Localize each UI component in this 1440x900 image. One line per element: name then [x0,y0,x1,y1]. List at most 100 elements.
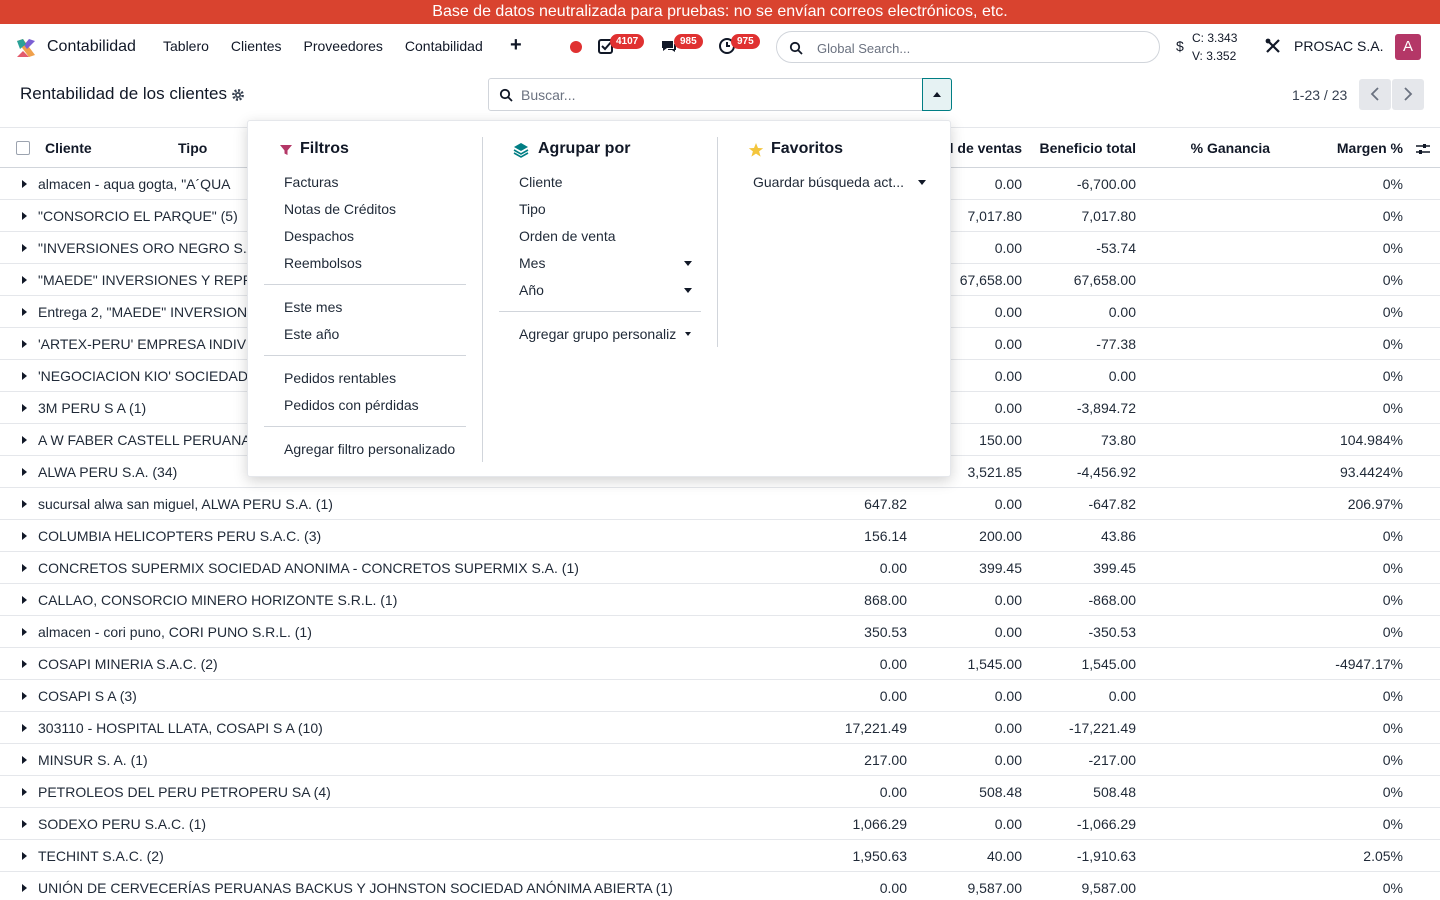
filter-pedidos-rentables[interactable]: Pedidos rentables [284,370,396,386]
filter-pedidos-perdidas[interactable]: Pedidos con pérdidas [284,397,419,413]
cell-margin: 0% [1382,624,1403,640]
group-row[interactable]: COSAPI S A (3) 0.00 0.00 0.00 0% [0,680,1440,712]
group-name: COSAPI S A (3) [38,688,137,704]
record-dot-icon[interactable] [570,41,582,53]
column-header-margin-percent[interactable]: Margen % [1337,140,1403,156]
save-current-search[interactable]: Guardar búsqueda act... [753,174,904,190]
column-header-type[interactable]: Tipo [178,140,207,156]
filter-este-mes[interactable]: Este mes [284,299,342,315]
cell-profit: -3,894.72 [1076,400,1136,416]
column-header-client[interactable]: Cliente [45,140,92,156]
column-header-profit-total[interactable]: Beneficio total [1040,140,1136,156]
filter-facturas[interactable]: Facturas [284,174,338,190]
debug-tools-icon[interactable] [1264,37,1282,55]
cell-sales: 399.45 [979,560,1022,576]
groupby-orden-venta[interactable]: Orden de venta [519,228,616,244]
select-all-checkbox[interactable] [16,141,30,155]
star-icon [748,143,764,157]
menu-clientes[interactable]: Clientes [220,38,293,54]
filter-reembolsos[interactable]: Reembolsos [284,255,362,271]
filter-despachos[interactable]: Despachos [284,228,354,244]
cell-sales: 7,017.80 [967,208,1023,224]
cell-cost: 0.00 [879,560,907,576]
test-database-banner: Base de datos neutralizada para pruebas:… [0,0,1440,24]
group-name: 'NEGOCIACION KIO' SOCIEDAD [38,368,248,384]
company-switcher[interactable]: PROSAC S.A. [1294,38,1383,54]
caret-right-icon [22,724,27,732]
group-name: "MAEDE" INVERSIONES Y REPR [38,272,253,288]
filter-notas-creditos[interactable]: Notas de Créditos [284,201,396,217]
cell-margin: 0% [1382,528,1403,544]
caret-right-icon [22,404,27,412]
filters-divider [264,355,466,356]
cell-margin: 0% [1382,592,1403,608]
groupby-tipo[interactable]: Tipo [519,201,546,217]
gear-icon[interactable] [231,88,245,102]
groupby-cliente[interactable]: Cliente [519,174,563,190]
pager-value[interactable]: 1-23 / 23 [1292,87,1347,103]
group-name: "CONSORCIO EL PARQUE" (5) [38,208,238,224]
rate-buy: C: 3.343 [1192,31,1238,45]
group-row[interactable]: TECHINT S.A.C. (2) 1,950.63 40.00 -1,910.63… [0,840,1440,872]
optional-columns-sliders-icon[interactable] [1415,141,1431,157]
cell-sales: 0.00 [994,752,1022,768]
column-header-gain-percent[interactable]: % Ganancia [1191,140,1270,156]
group-name: Entrega 2, "MAEDE" INVERSION [38,304,248,320]
menu-contabilidad[interactable]: Contabilidad [394,38,494,54]
quick-create-plus-icon[interactable]: + [510,34,522,57]
group-row[interactable]: CALLAO, CONSORCIO MINERO HORIZONTE S.R.L… [0,584,1440,616]
cell-profit: -6,700.00 [1076,176,1136,192]
menu-tablero[interactable]: Tablero [152,38,220,54]
cell-profit: 0.00 [1108,304,1136,320]
caret-down-icon[interactable] [684,288,692,293]
chevron-left-icon [1370,87,1379,101]
global-search-input[interactable] [817,38,1137,58]
cell-profit: 508.48 [1093,784,1136,800]
group-row[interactable]: MINSUR S. A. (1) 217.00 0.00 -217.00 0% [0,744,1440,776]
cell-profit: 43.86 [1100,528,1136,544]
accounting-app-logo-icon[interactable] [15,37,37,59]
group-row[interactable]: sucursal alwa san miguel, ALWA PERU S.A.… [0,488,1440,520]
group-row[interactable]: CONCRETOS SUPERMIX SOCIEDAD ANONIMA - CO… [0,552,1440,584]
cell-profit: 0.00 [1108,688,1136,704]
group-row[interactable]: 303110 - HOSPITAL LLATA, COSAPI S A (10)… [0,712,1440,744]
group-row[interactable]: almacen - cori puno, CORI PUNO S.R.L. (1… [0,616,1440,648]
user-avatar[interactable]: A [1395,34,1421,60]
cell-cost: 217.00 [864,752,907,768]
caret-right-icon [22,852,27,860]
group-row[interactable]: UNIÓN DE CERVECERÍAS PERUANAS BACKUS Y J… [0,872,1440,900]
search-panel-toggle-button[interactable] [922,78,952,111]
caret-right-icon [22,596,27,604]
group-row[interactable]: PETROLEOS DEL PERU PETROPERU SA (4) 0.00 5… [0,776,1440,808]
group-name: 'ARTEX-PERU' EMPRESA INDIVI [38,336,251,352]
pager-previous-button[interactable] [1359,79,1391,110]
cell-cost: 0.00 [879,656,907,672]
caret-down-icon[interactable] [685,332,691,336]
caret-down-icon[interactable] [918,180,926,185]
cell-margin: 104.984% [1339,432,1403,448]
add-custom-group[interactable]: Agregar grupo personaliz [519,326,676,342]
groupby-ano[interactable]: Año [519,282,544,298]
add-custom-filter[interactable]: Agregar filtro personalizado [284,441,455,457]
column-header-sales-total[interactable]: l de ventas [950,140,1022,156]
column-divider [482,137,483,462]
cell-margin: 206.97% [1347,496,1403,512]
caret-down-icon[interactable] [684,261,692,266]
app-name[interactable]: Contabilidad [47,38,136,56]
group-name: MINSUR S. A. (1) [38,752,148,768]
filter-este-ano[interactable]: Este año [284,326,339,342]
cell-margin: 0% [1382,816,1403,832]
search-input[interactable] [521,85,911,105]
cell-profit: -350.53 [1088,624,1136,640]
top-navbar: Contabilidad Tablero Clientes Proveedore… [0,24,1440,70]
group-row[interactable]: SODEXO PERU S.A.C. (1) 1,066.29 0.00 -1,066… [0,808,1440,840]
cell-cost: 647.82 [864,496,907,512]
groupby-mes[interactable]: Mes [519,255,545,271]
cell-sales: 0.00 [994,240,1022,256]
menu-proveedores[interactable]: Proveedores [293,38,394,54]
cell-sales: 0.00 [994,496,1022,512]
pager-next-button[interactable] [1392,79,1424,110]
cell-margin: 0% [1382,752,1403,768]
group-row[interactable]: COSAPI MINERIA S.A.C. (2) 0.00 1,545.00 1,5… [0,648,1440,680]
group-row[interactable]: COLUMBIA HELICOPTERS PERU S.A.C. (3) 156.… [0,520,1440,552]
